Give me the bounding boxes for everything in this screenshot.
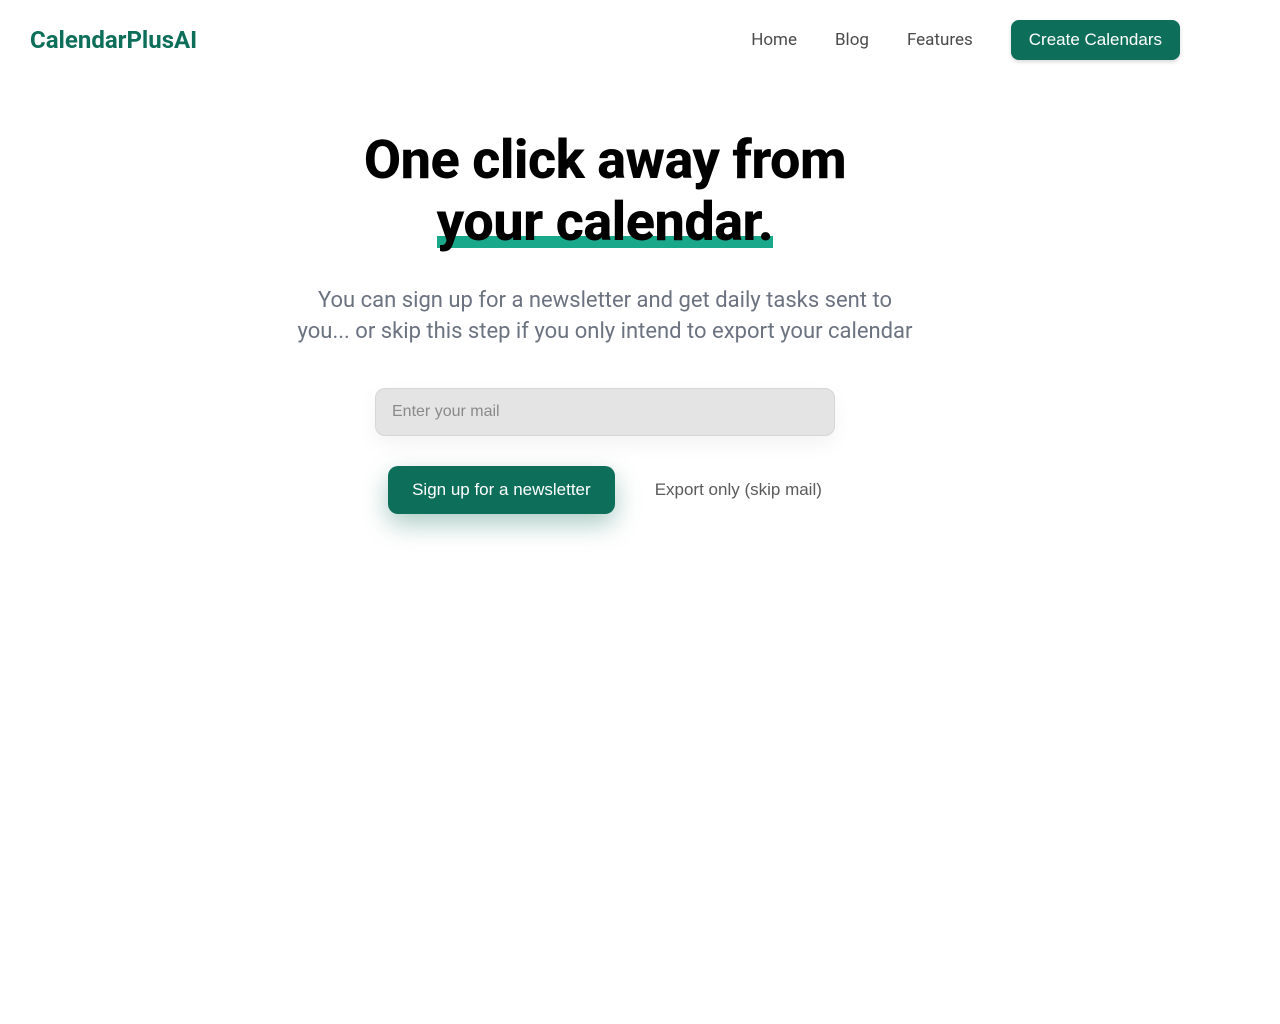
title-line-1: One click away from (364, 129, 846, 192)
subtitle: You can sign up for a newsletter and get… (295, 286, 915, 348)
nav-features[interactable]: Features (907, 30, 973, 50)
export-only-link[interactable]: Export only (skip mail) (655, 480, 822, 500)
header: CalendarPlusAI Home Blog Features Create… (0, 0, 1210, 80)
logo[interactable]: CalendarPlusAI (30, 26, 197, 54)
button-row: Sign up for a newsletter Export only (sk… (245, 466, 965, 514)
nav-blog[interactable]: Blog (835, 30, 869, 50)
email-input[interactable] (375, 388, 835, 436)
signup-form: Sign up for a newsletter Export only (sk… (245, 388, 965, 514)
page-title: One click away from your calendar. (245, 130, 965, 254)
main-content: One click away from your calendar. You c… (225, 130, 985, 514)
nav: Home Blog Features Create Calendars (751, 20, 1180, 60)
create-calendars-button[interactable]: Create Calendars (1011, 20, 1180, 60)
title-line-2: your calendar. (437, 192, 774, 254)
nav-home[interactable]: Home (751, 30, 797, 50)
signup-newsletter-button[interactable]: Sign up for a newsletter (388, 466, 615, 514)
